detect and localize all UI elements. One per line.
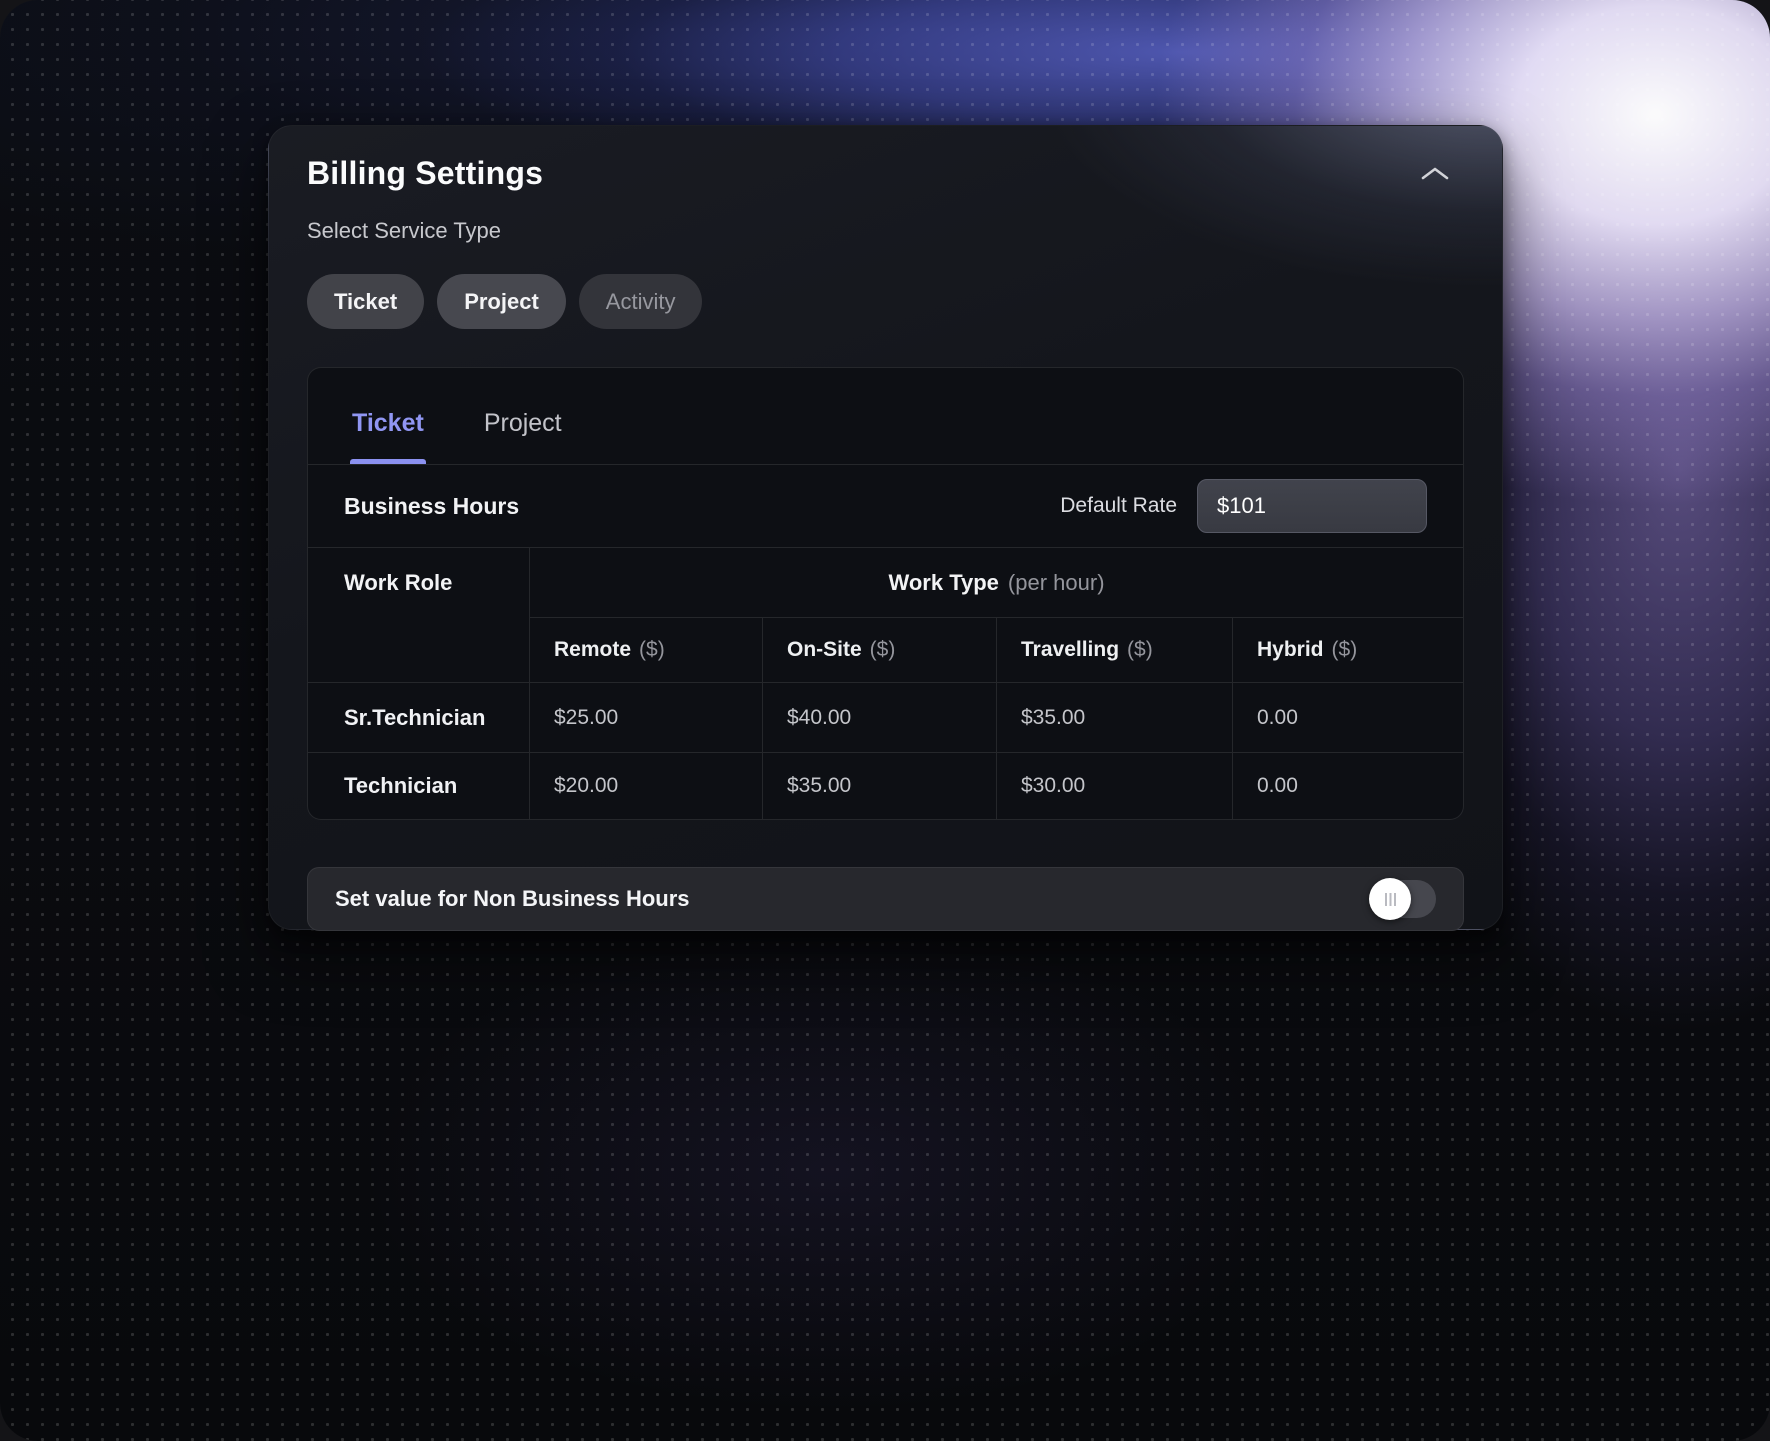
row-label-sr-technician: Sr.Technician [308, 683, 530, 753]
select-service-type-label: Select Service Type [307, 218, 1464, 244]
rates-table: Work Role Work Type (per hour) Remote ($… [308, 548, 1463, 819]
chevron-up-icon [1420, 166, 1450, 181]
business-hours-label: Business Hours [344, 493, 519, 520]
tab-ticket[interactable]: Ticket [350, 382, 426, 464]
work-role-header: Work Role [308, 548, 530, 683]
work-type-header: Work Type (per hour) [530, 548, 1463, 618]
page-title: Billing Settings [307, 154, 543, 192]
non-business-hours-label: Set value for Non Business Hours [335, 886, 690, 912]
column-header-hybrid: Hybrid ($) [1233, 618, 1463, 683]
tab-project[interactable]: Project [482, 382, 564, 464]
rate-cell-sr-hybrid[interactable]: 0.00 [1233, 683, 1463, 753]
panel-header: Billing Settings [307, 154, 1464, 192]
app-window: Billing Settings Select Service Type Tic… [0, 0, 1770, 1441]
rate-cell-tech-remote[interactable]: $20.00 [530, 753, 763, 819]
column-header-on-site: On-Site ($) [763, 618, 997, 683]
work-type-header-label: Work Type [888, 570, 998, 596]
rate-cell-tech-travelling[interactable]: $30.00 [997, 753, 1233, 819]
non-business-hours-toggle[interactable] [1370, 880, 1436, 918]
rate-cell-sr-remote[interactable]: $25.00 [530, 683, 763, 753]
column-header-travelling: Travelling ($) [997, 618, 1233, 683]
grip-lines-icon [1385, 893, 1396, 906]
service-type-pill-activity[interactable]: Activity [579, 274, 703, 329]
default-rate-input[interactable] [1197, 479, 1427, 533]
default-rate-group: Default Rate [1060, 479, 1427, 533]
toggle-knob [1369, 878, 1411, 920]
business-hours-row: Business Hours Default Rate [308, 465, 1463, 548]
service-type-pill-group: Ticket Project Activity [307, 274, 1464, 329]
rate-cell-tech-on-site[interactable]: $35.00 [763, 753, 997, 819]
per-hour-note: (per hour) [1008, 570, 1105, 596]
column-header-remote: Remote ($) [530, 618, 763, 683]
tab-bar: Ticket Project [308, 368, 1463, 465]
default-rate-label: Default Rate [1060, 494, 1177, 518]
non-business-hours-row: Set value for Non Business Hours [307, 867, 1464, 931]
rate-cell-sr-travelling[interactable]: $35.00 [997, 683, 1233, 753]
collapse-button[interactable] [1414, 156, 1456, 191]
service-type-pill-ticket[interactable]: Ticket [307, 274, 424, 329]
rate-cell-tech-hybrid[interactable]: 0.00 [1233, 753, 1463, 819]
billing-settings-panel: Billing Settings Select Service Type Tic… [268, 125, 1503, 930]
rate-cell-sr-on-site[interactable]: $40.00 [763, 683, 997, 753]
row-label-technician: Technician [308, 753, 530, 819]
billing-rates-card: Ticket Project Business Hours Default Ra… [307, 367, 1464, 820]
service-type-pill-project[interactable]: Project [437, 274, 566, 329]
